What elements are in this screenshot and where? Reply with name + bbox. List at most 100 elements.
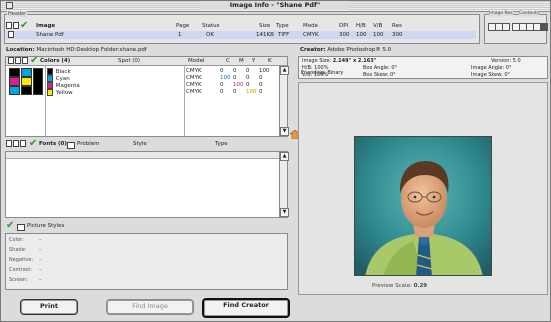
col-type[interactable]: Type: [276, 22, 289, 30]
color-row[interactable]: Black: [47, 68, 184, 75]
col-page[interactable]: Page: [176, 22, 189, 30]
color-row[interactable]: Cyan: [47, 75, 184, 82]
options-group: Image Res Contents: [484, 11, 548, 44]
swatch-cyan-2[interactable]: [9, 86, 20, 95]
option-toggle-8[interactable]: [540, 23, 548, 31]
window-title: Image Info - "Shane Pdf": [200, 1, 350, 10]
creator-label: Creator:: [300, 47, 326, 53]
col-image[interactable]: Image: [36, 22, 55, 30]
ps-value: –: [39, 277, 42, 283]
col-y: Y: [252, 58, 256, 64]
fonts-view-icons[interactable]: [6, 139, 27, 150]
cell-size: 141KB: [256, 32, 274, 38]
picture-styles-header: ✔ Picture Styles: [5, 221, 288, 232]
ps-label: Shade:: [9, 247, 27, 253]
col-font-type: Type: [215, 141, 228, 147]
col-style: Style: [133, 141, 147, 147]
check-icon: ✔: [20, 20, 29, 31]
col-size[interactable]: Size: [259, 22, 270, 30]
preview-image: [354, 136, 492, 276]
cell-dpi: 300: [339, 32, 350, 38]
problem-checkbox[interactable]: [67, 142, 75, 149]
fonts-header: ✔ Fonts (0) Problem Style Type: [5, 139, 288, 150]
font-grid-icon[interactable]: [20, 140, 26, 147]
preview-scale-value: 0.29: [413, 283, 428, 289]
swatch-black-tall[interactable]: [33, 68, 43, 95]
creator-value: Adobe Photoshop® 5.0: [327, 47, 392, 53]
color-row[interactable]: Magenta: [47, 82, 184, 89]
close-box[interactable]: [6, 2, 13, 9]
ps-label: Color:: [9, 237, 24, 243]
color-chip-icon: [47, 68, 53, 75]
header-icons[interactable]: [6, 22, 20, 30]
portrait-photo: [355, 137, 491, 275]
colors-scrollbar[interactable]: ▲ ▼: [279, 66, 289, 136]
version-row: Version: 5.0: [491, 58, 521, 65]
encoding-row: Encoding: Binary: [301, 70, 343, 77]
swatch-black[interactable]: [9, 68, 20, 77]
view-icon[interactable]: [6, 22, 12, 29]
preview-scale-label: Preview Scale:: [372, 283, 412, 289]
scroll-down-arrow-icon[interactable]: ▼: [280, 208, 289, 217]
color-values-row: CMYK 0 0 0 100: [186, 68, 276, 75]
scroll-down-arrow-icon[interactable]: ▼: [280, 127, 289, 136]
image-skew-value: 0°: [504, 72, 510, 78]
col-hb[interactable]: H/B: [356, 22, 366, 30]
find-creator-button[interactable]: Find Creator: [202, 298, 290, 318]
image-size-label: Image Size:: [302, 58, 332, 64]
header-data-row[interactable]: Shane Pdf 1 OK 141KB TIFF CMYK 300 100 1…: [6, 31, 476, 39]
swatch-yellow[interactable]: [21, 77, 32, 86]
col-dpi[interactable]: DPI: [339, 22, 348, 30]
cell-mode: CMYK: [303, 32, 319, 38]
swatch-view-icon[interactable]: [8, 57, 14, 64]
fonts-list: [5, 151, 288, 218]
box-angle-row: Box Angle: 0°: [363, 65, 397, 72]
colors-view-icons[interactable]: [8, 57, 29, 66]
colors-check-icon: ✔: [30, 55, 39, 66]
fonts-column-bar: [6, 152, 279, 159]
option-toggle-3[interactable]: [502, 23, 510, 31]
model-cell: CMYK: [186, 75, 202, 81]
swatch-list-icon[interactable]: [15, 57, 21, 64]
color-row[interactable]: Yellow: [47, 89, 184, 96]
scroll-up-arrow-icon[interactable]: ▲: [280, 152, 289, 161]
ps-row-shade: Shade: –: [9, 246, 42, 254]
ps-row-negative: Negative: –: [9, 256, 42, 264]
list-icon[interactable]: [13, 22, 19, 29]
y-cell: 0: [246, 82, 250, 88]
ps-row-screen: Screen: –: [9, 276, 42, 284]
c-cell: 0: [220, 89, 224, 95]
fonts-scrollbar[interactable]: ▲ ▼: [279, 152, 289, 217]
swatch-column: [6, 66, 46, 136]
spot-label: Spot (0): [118, 58, 141, 64]
color-chip-icon: [47, 82, 53, 89]
location-label: Location:: [6, 47, 35, 53]
swatch-magenta[interactable]: [9, 77, 20, 86]
scroll-up-arrow-icon[interactable]: ▲: [280, 66, 289, 75]
k-cell: 100: [259, 68, 270, 74]
col-status[interactable]: Status: [202, 22, 220, 30]
swatch-black-2[interactable]: [21, 86, 32, 95]
colors-header: ✔ Colors (4) Spot (0) Model C M Y K: [6, 55, 287, 66]
color-chip-icon: [47, 89, 53, 96]
swatch-cyan[interactable]: [21, 68, 32, 77]
find-image-button[interactable]: Find Image: [106, 299, 194, 315]
print-button[interactable]: Print: [20, 299, 78, 315]
col-res[interactable]: Res: [392, 22, 402, 30]
c-cell: 0: [220, 68, 224, 74]
problem-label: Problem: [77, 141, 100, 147]
font-list-icon[interactable]: [13, 140, 19, 147]
version-value: 5.0: [512, 58, 521, 64]
box-angle-value: 0°: [391, 65, 398, 71]
color-values-row: CMYK 0 0 100 0: [186, 89, 276, 96]
fonts-title: Fonts (0): [39, 141, 67, 147]
font-view-icon[interactable]: [6, 140, 12, 147]
color-values-row: CMYK 0 100 0 0: [186, 82, 276, 89]
col-mode[interactable]: Mode: [303, 22, 318, 30]
col-vb[interactable]: V/B: [373, 22, 382, 30]
swatch-grid-icon[interactable]: [22, 57, 28, 64]
preview-scale: Preview Scale: 0.29: [372, 283, 427, 289]
picture-styles-checkbox[interactable]: [17, 224, 25, 231]
c-cell: 0: [220, 82, 224, 88]
ps-label: Contrast:: [9, 267, 33, 273]
